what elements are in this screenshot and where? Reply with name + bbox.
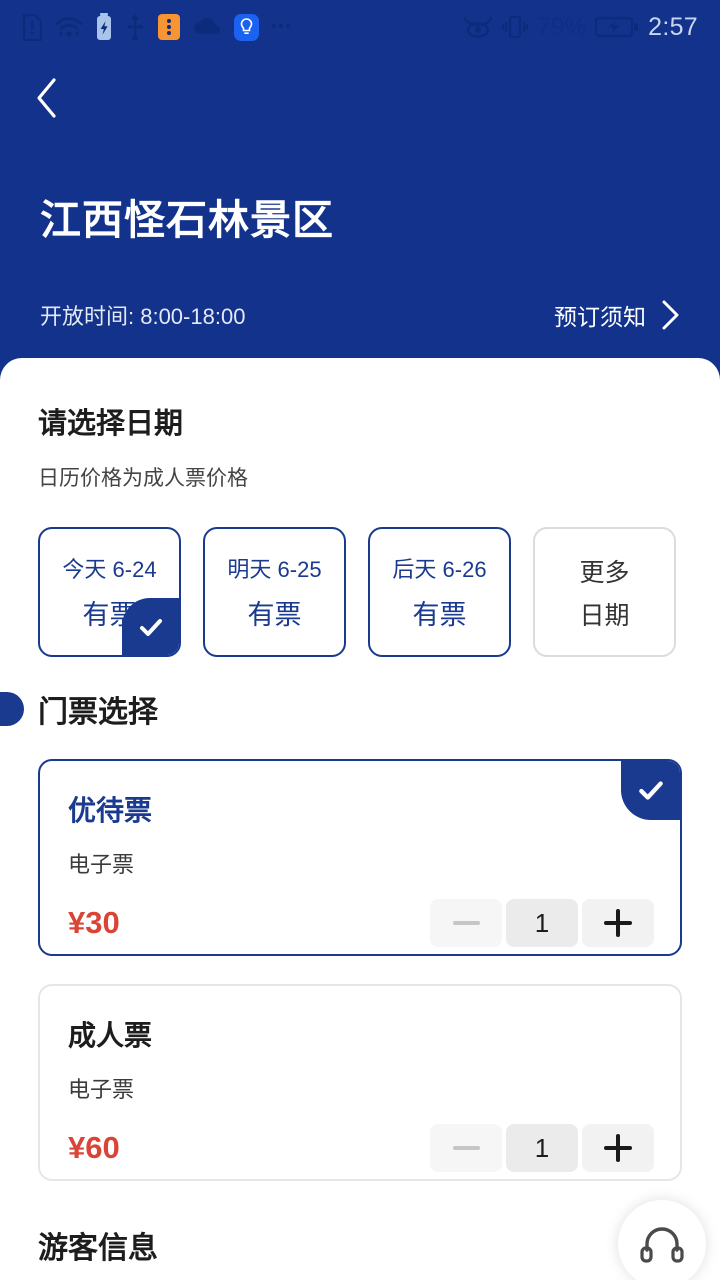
date-card-label: 明天 6-25 [227, 557, 322, 582]
sim-alert-icon [22, 13, 42, 41]
battery-charging-icon [96, 13, 112, 41]
usb-icon [125, 13, 145, 41]
visitor-section-title: 游客信息 [38, 1232, 158, 1265]
date-card-day-after[interactable]: 后天 6-26 有票 [368, 527, 511, 657]
customer-service-button[interactable] [618, 1200, 706, 1280]
chevron-right-icon [662, 300, 679, 330]
quantity-decrease-button[interactable] [430, 899, 502, 947]
ticket-card-discount[interactable]: 优待票 电子票 ¥30 1 [38, 759, 682, 956]
ticket-name: 优待票 [68, 795, 153, 826]
date-card-status: 有票 [247, 600, 302, 630]
booking-notice-link[interactable]: 预订须知 [554, 298, 680, 332]
check-icon [639, 781, 663, 800]
quantity-decrease-button[interactable] [430, 1124, 502, 1172]
back-button[interactable] [34, 72, 78, 124]
check-icon [140, 619, 162, 636]
app-badge-icon [158, 14, 180, 40]
status-bar-right-icons: 79% 2:57 [463, 13, 698, 42]
date-card-more-dates[interactable]: 更多 日期 [533, 527, 676, 657]
quantity-value[interactable]: 1 [506, 1124, 578, 1172]
ticket-type: 电子票 [68, 1077, 135, 1102]
date-card-label: 后天 6-26 [392, 557, 487, 582]
quantity-stepper: 1 [430, 1124, 654, 1172]
quantity-increase-button[interactable] [582, 899, 654, 947]
ticket-name: 成人票 [68, 1020, 153, 1051]
ticket-price: ¥30 [68, 905, 120, 940]
date-section-subtitle: 日历价格为成人票价格 [38, 467, 248, 490]
quantity-stepper: 1 [430, 899, 654, 947]
page-title: 江西怪石林景区 [40, 197, 334, 243]
ticket-type: 电子票 [68, 852, 135, 877]
quantity-value[interactable]: 1 [506, 899, 578, 947]
battery-percent-label: 79% [537, 12, 587, 41]
content-sheet: 请选择日期 日历价格为成人票价格 今天 6-24 有票 明天 6-25 有票 后… [0, 358, 720, 1280]
more-dots-icon [272, 23, 290, 31]
date-section-title: 请选择日期 [38, 408, 184, 440]
cloud-icon [193, 17, 221, 37]
vibrate-icon [502, 14, 528, 40]
quantity-increase-button[interactable] [582, 1124, 654, 1172]
clock-label: 2:57 [648, 12, 698, 41]
ticket-section-header: 门票选择 [0, 687, 682, 731]
eye-care-icon [463, 16, 493, 38]
date-card-label: 今天 6-24 [62, 557, 157, 582]
ticket-card-adult[interactable]: 成人票 电子票 ¥60 1 [38, 984, 682, 1181]
ticket-selected-check-badge [621, 761, 680, 820]
ticket-bottom-row: ¥60 1 [68, 1124, 654, 1172]
chevron-left-icon [37, 78, 56, 118]
date-selected-check-badge [122, 598, 179, 655]
headset-icon [640, 1227, 684, 1263]
section-accent-bar [0, 692, 24, 726]
date-card-row: 今天 6-24 有票 明天 6-25 有票 后天 6-26 有票 更多 日期 [38, 527, 682, 657]
more-dates-line2: 日期 [579, 601, 630, 630]
date-card-status: 有票 [412, 600, 467, 630]
ticket-section-title: 门票选择 [38, 696, 158, 729]
status-bar: 79% 2:57 [0, 0, 720, 54]
opening-hours-label: 开放时间: 8:00-18:00 [40, 304, 246, 329]
date-card-today[interactable]: 今天 6-24 有票 [38, 527, 181, 657]
lightbulb-icon [234, 13, 259, 41]
header-meta-row: 开放时间: 8:00-18:00 预订须知 [40, 298, 680, 332]
ticket-bottom-row: ¥30 1 [68, 899, 654, 947]
battery-charging-status-icon [595, 15, 639, 39]
status-bar-left-icons [22, 13, 290, 41]
page-header: 江西怪石林景区 开放时间: 8:00-18:00 预订须知 [0, 72, 720, 332]
date-card-tomorrow[interactable]: 明天 6-25 有票 [203, 527, 346, 657]
ticket-price: ¥60 [68, 1130, 120, 1165]
wifi-icon [55, 15, 83, 39]
more-dates-line1: 更多 [579, 558, 630, 587]
booking-notice-label: 预订须知 [554, 304, 646, 330]
